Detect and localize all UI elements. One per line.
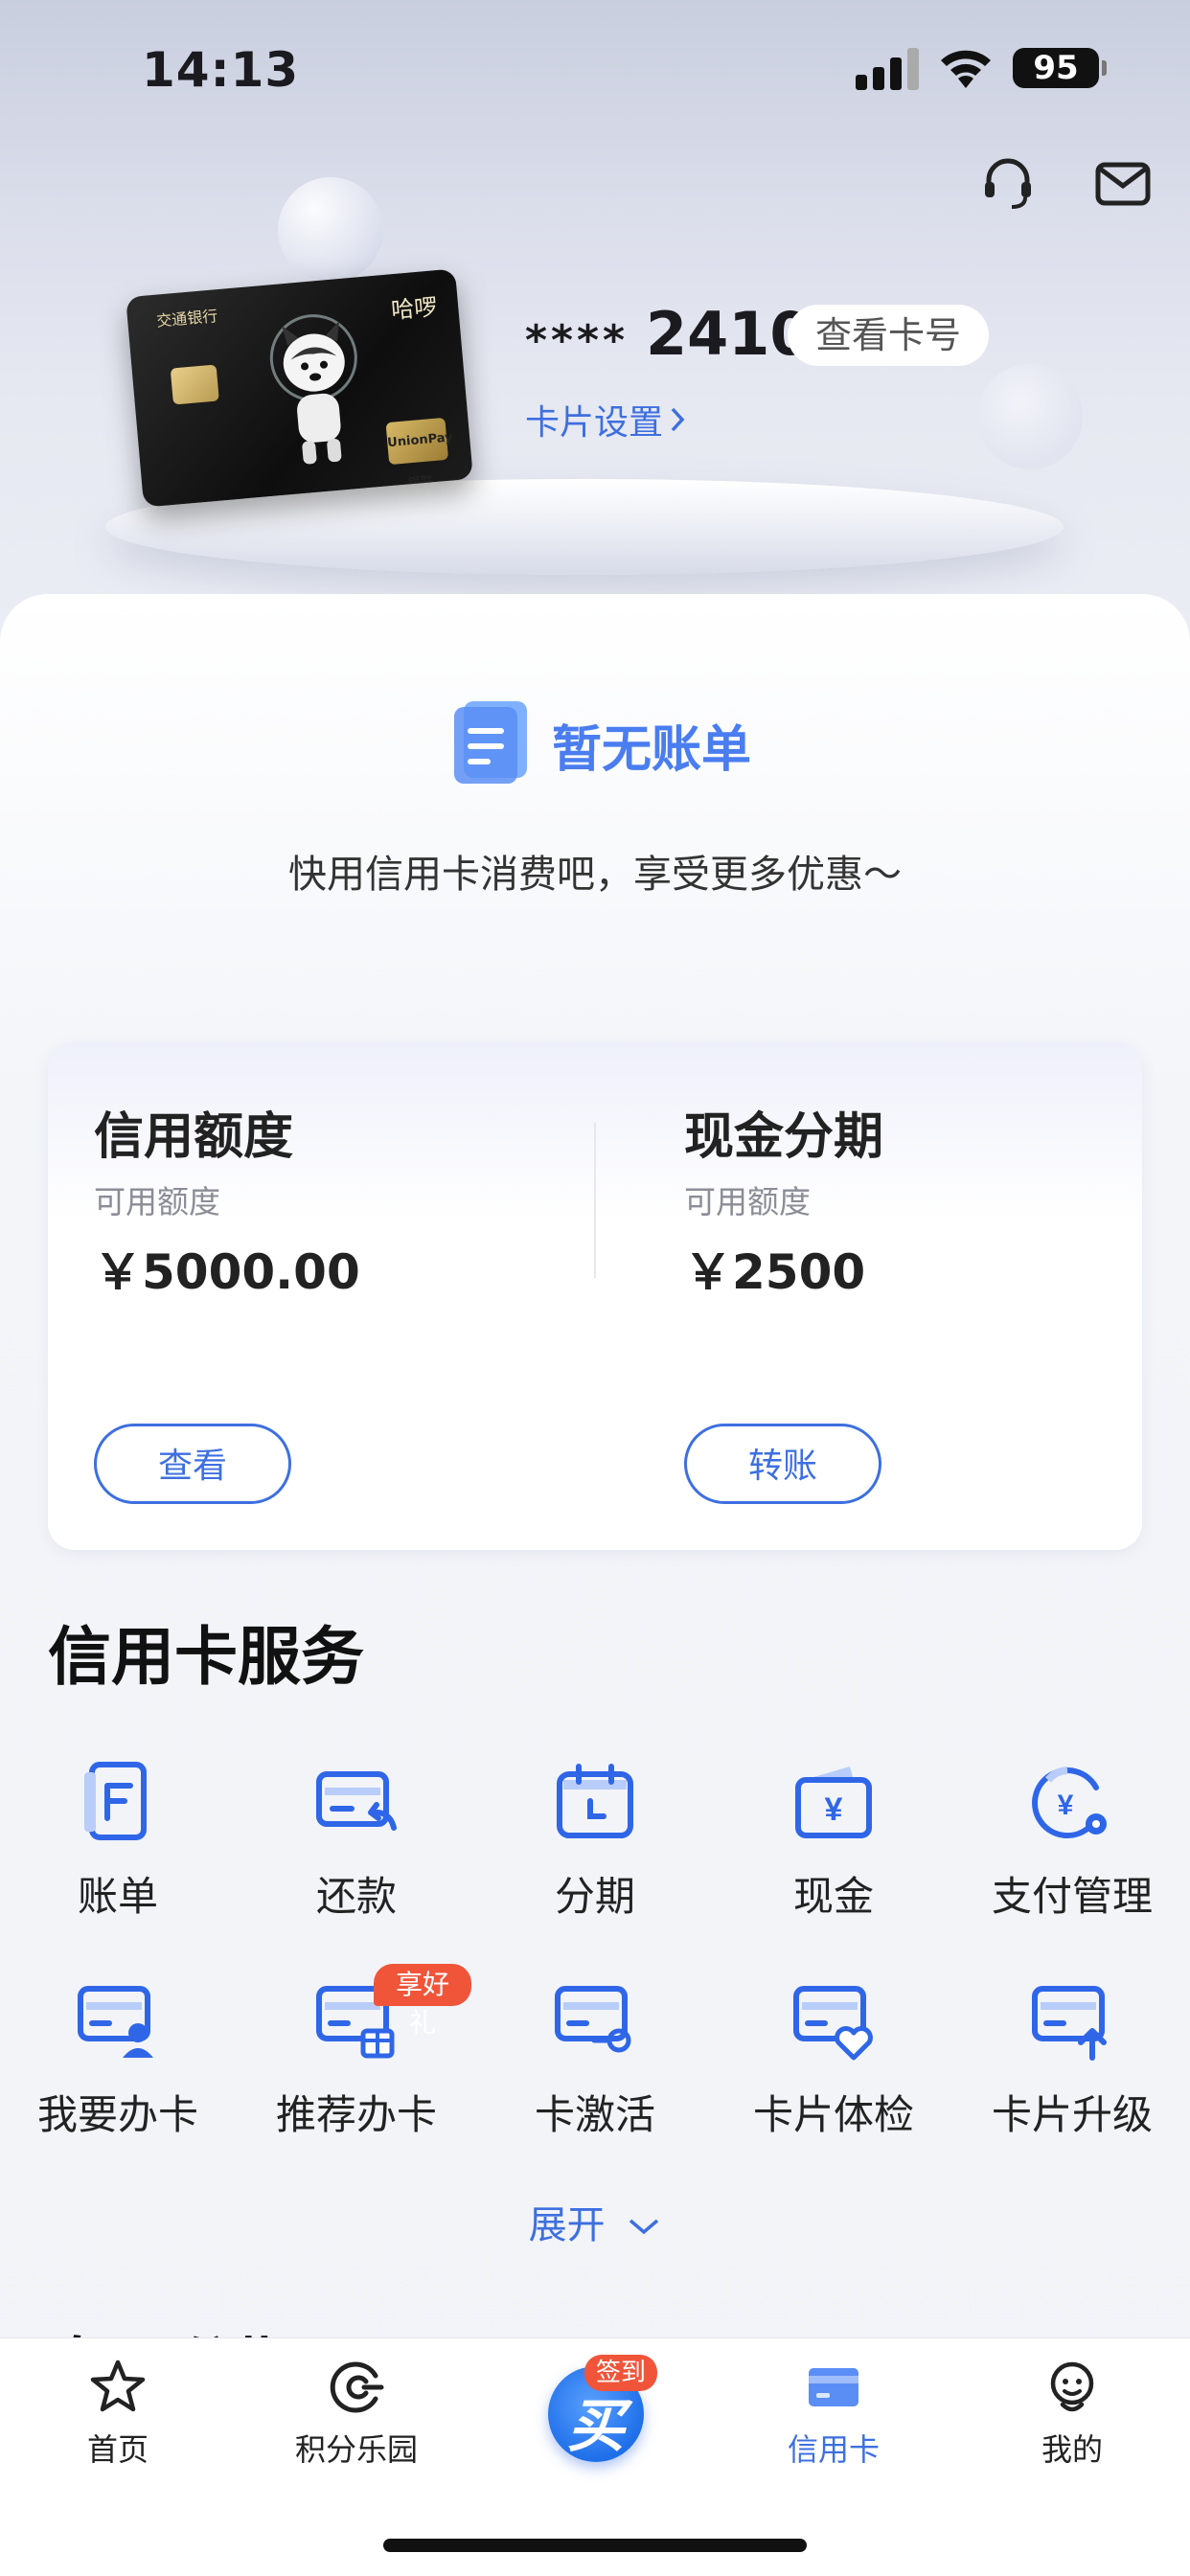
- service-label: 我要办卡: [36, 2091, 198, 2138]
- bill-icon: [84, 1762, 147, 1840]
- payment-settings-icon: ¥: [1032, 1767, 1107, 1839]
- credit-available-label: 可用额度: [94, 1183, 220, 1220]
- transfer-button[interactable]: 转账: [684, 1424, 881, 1504]
- status-time: 14:13: [142, 42, 300, 98]
- cash-available-label: 可用额度: [684, 1183, 811, 1220]
- repay-icon: [316, 1771, 397, 1831]
- service-card-checkup[interactable]: 卡片体检: [719, 1977, 949, 2141]
- no-bill-title: 暂无账单: [552, 721, 752, 779]
- tab-label: 积分乐园: [294, 2431, 418, 2468]
- service-payment-management[interactable]: ¥ 支付管理: [957, 1759, 1187, 1923]
- view-button[interactable]: 查看: [94, 1424, 291, 1504]
- document-icon: [454, 701, 527, 784]
- cellular-signal-icon: [856, 48, 919, 90]
- credit-limit-title: 信用额度: [94, 1108, 294, 1166]
- tab-points[interactable]: 积分乐园: [261, 2357, 452, 2470]
- credit-card-icon: [809, 2368, 858, 2406]
- tab-home[interactable]: 首页: [22, 2357, 214, 2470]
- service-label: 卡激活: [534, 2091, 655, 2138]
- card-upgrade-icon: [1032, 1986, 1107, 2061]
- card-label: 哈啰: [390, 293, 439, 325]
- checkin-icon: 买: [567, 2393, 625, 2460]
- tab-label: 我的: [1041, 2431, 1103, 2468]
- apply-card-icon: [78, 1986, 153, 2058]
- service-repay[interactable]: 还款: [241, 1759, 471, 1923]
- service-label: 卡片升级: [991, 2091, 1153, 2138]
- expand-label: 展开: [528, 2203, 606, 2247]
- no-bill-description: 快用信用卡消费吧，享受更多优惠～: [288, 853, 902, 897]
- card-last-four: 2410: [646, 299, 812, 369]
- cash-installment-section: 现金分期 可用额度 ￥2500 转账: [638, 1042, 1136, 1550]
- service-label: 现金: [792, 1873, 874, 1920]
- checkin-badge: 签到: [584, 2355, 658, 2391]
- card-settings-label: 卡片设置: [525, 403, 664, 443]
- profile-icon: [1050, 2361, 1094, 2412]
- service-label: 账单: [77, 1873, 158, 1920]
- chevron-right-icon: [671, 407, 685, 432]
- chevron-down-icon: [629, 2219, 659, 2235]
- card-checkup-icon: [793, 1986, 873, 2061]
- battery-indicator: 95: [1013, 48, 1107, 88]
- tab-credit-card[interactable]: 信用卡: [738, 2357, 929, 2470]
- home-indicator: [383, 2539, 807, 2552]
- service-bill[interactable]: 账单: [3, 1759, 233, 1923]
- expand-button[interactable]: 展开: [0, 2194, 1190, 2249]
- service-label: 推荐办卡: [275, 2091, 437, 2138]
- service-installment[interactable]: 分期: [480, 1759, 710, 1923]
- service-label: 分期: [554, 1873, 635, 1920]
- cash-available-amount: ￥2500: [684, 1244, 866, 1300]
- tab-label: 首页: [86, 2431, 149, 2468]
- activate-card-icon: [555, 1986, 631, 2053]
- credit-limit-card: 信用额度 可用额度 ￥5000.00 查看 现金分期 可用额度 ￥2500 转账: [48, 1042, 1142, 1550]
- tab-profile[interactable]: 我的: [976, 2357, 1168, 2470]
- tab-label: 信用卡: [787, 2431, 880, 2468]
- credit-limit-section: 信用额度 可用额度 ￥5000.00 查看: [48, 1042, 546, 1550]
- card-settings-link[interactable]: 卡片设置: [525, 395, 688, 445]
- unionpay-logo: UnionPay 银联: [385, 417, 453, 490]
- service-activate-card[interactable]: 卡激活: [480, 1977, 710, 2141]
- wallet-icon: ¥: [795, 1767, 872, 1838]
- decorative-bubble: [278, 177, 383, 283]
- calendar-icon: [557, 1764, 633, 1838]
- cash-installment-title: 现金分期: [684, 1108, 884, 1166]
- service-recommend-card[interactable]: 享好礼 推荐办卡: [241, 1964, 471, 2141]
- service-cash[interactable]: ¥ 现金: [719, 1759, 949, 1923]
- service-label: 卡片体检: [752, 2091, 914, 2138]
- bank-logo: 交通银行: [155, 307, 218, 331]
- credit-card-image[interactable]: 交通银行 哈啰 UnionPay 银联: [126, 268, 473, 508]
- svg-text:¥: ¥: [1058, 1790, 1074, 1821]
- card-chip: [170, 364, 219, 405]
- services-title: 信用卡服务: [48, 1620, 364, 1694]
- credit-available-amount: ￥5000.00: [94, 1244, 360, 1300]
- view-card-number-button[interactable]: 查看卡号: [788, 305, 989, 366]
- divider: [594, 1123, 596, 1278]
- points-icon: [330, 2361, 384, 2413]
- service-apply-card[interactable]: 我要办卡: [3, 1977, 233, 2141]
- status-bar: 14:13 95: [0, 0, 1190, 134]
- service-label: 支付管理: [991, 1873, 1153, 1920]
- service-label: 还款: [315, 1873, 397, 1920]
- decorative-bubble: [977, 364, 1083, 469]
- svg-text:¥: ¥: [825, 1791, 843, 1828]
- gift-badge: 享好礼: [374, 1964, 471, 2039]
- star-icon: [90, 2359, 146, 2412]
- wifi-icon: [941, 50, 991, 88]
- card-number-mask: ****: [525, 316, 629, 365]
- customer-service-icon[interactable]: [977, 153, 1039, 215]
- service-card-upgrade[interactable]: 卡片升级: [957, 1977, 1187, 2141]
- message-icon[interactable]: [1092, 153, 1154, 215]
- mascot-illustration: [269, 314, 357, 465]
